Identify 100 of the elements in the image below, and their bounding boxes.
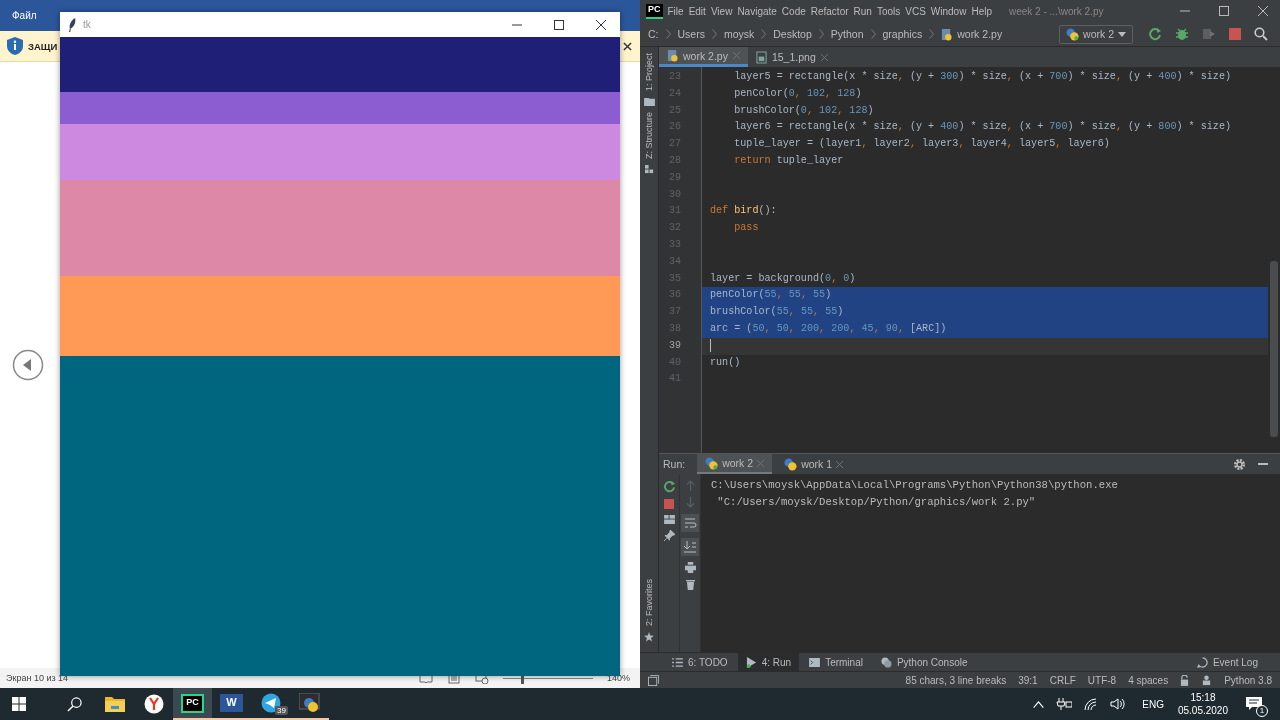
- python-icon: [784, 457, 798, 471]
- menu-item[interactable]: View: [710, 5, 733, 17]
- chevron-icon: [929, 29, 935, 39]
- app-logo: PC: [646, 3, 663, 19]
- tool-window-button[interactable]: 4: Run: [737, 653, 800, 671]
- code-line: return tuple_layer: [733, 154, 845, 168]
- breadcrumb-item[interactable]: work 2.py: [957, 28, 1003, 40]
- wifi-icon[interactable]: [1084, 698, 1099, 710]
- menu-item[interactable]: Code: [781, 5, 806, 17]
- breadcrumb-item[interactable]: Users: [677, 28, 705, 40]
- taskbar-app-button[interactable]: 39: [251, 688, 290, 720]
- chevron-icon: [818, 29, 824, 39]
- status-item[interactable]: CRLF: [1049, 674, 1076, 686]
- taskbar-app-button[interactable]: PC: [173, 688, 212, 720]
- file-menu[interactable]: Файл: [12, 10, 37, 21]
- breadcrumb-item[interactable]: C:: [648, 28, 659, 40]
- status-item[interactable]: 4 spaces: [1128, 674, 1169, 686]
- code-line: brushColor(0, 102, 128): [733, 103, 875, 118]
- code-line: tuple_layer = (layer1, layer2, layer3, layer4, layer5, layer6): [733, 137, 1111, 152]
- menu-item[interactable]: Edit: [688, 5, 706, 17]
- breadcrumb-item[interactable]: graphics: [882, 28, 923, 40]
- search-icon[interactable]: [1254, 27, 1268, 41]
- rerun-icon[interactable]: [1148, 27, 1162, 41]
- status-item[interactable]: Python 3.8: [1224, 674, 1272, 686]
- code-line: pass: [733, 221, 760, 236]
- feather-icon: [68, 17, 77, 32]
- menu-item[interactable]: Refactor: [810, 5, 849, 17]
- close-icon[interactable]: [596, 19, 606, 30]
- menu-item[interactable]: VCS: [905, 5, 926, 17]
- chevron-icon: [761, 29, 767, 39]
- editor-tab[interactable]: work 2.py: [659, 47, 748, 67]
- search-icon[interactable]: [67, 696, 82, 712]
- chevron-icon: [711, 29, 717, 39]
- play-icon: [745, 656, 757, 668]
- menu-item[interactable]: Tools: [876, 5, 901, 17]
- event-log-button[interactable]: Event Log: [1188, 653, 1266, 671]
- window-title: tk: [83, 19, 91, 30]
- console-output-line: C:\Users\moysk\AppData\Local\Programs\Python\Python38\python.exe: [711, 478, 1118, 493]
- terminal-icon: [809, 657, 821, 667]
- code-line: run(): [709, 355, 742, 370]
- run-tab[interactable]: work 2: [697, 454, 773, 474]
- run-tab[interactable]: work 1: [776, 454, 852, 474]
- tool-window-tab[interactable]: Z: Structure: [644, 112, 654, 160]
- breadcrumb-item[interactable]: Desktop: [773, 28, 812, 40]
- tool-window-button[interactable]: Terminal: [801, 653, 871, 671]
- menu-item[interactable]: Navigate: [737, 5, 777, 17]
- app-logo: W: [220, 694, 243, 712]
- status-item[interactable]: 39:1: [1018, 674, 1038, 686]
- tool-window-tab[interactable]: 2: Favorites: [644, 578, 654, 626]
- folder-icon: [643, 97, 655, 107]
- notification-button[interactable]: 1: [1242, 692, 1266, 716]
- menu-item[interactable]: Help: [971, 5, 992, 17]
- menu-item[interactable]: Window: [930, 5, 967, 17]
- clock-time[interactable]: 15:18: [1190, 691, 1216, 704]
- windows-start-icon[interactable]: [12, 697, 26, 711]
- maximize-icon[interactable]: [1219, 6, 1229, 16]
- close-icon[interactable]: [1258, 6, 1268, 16]
- close-icon[interactable]: [623, 41, 632, 51]
- bug-icon[interactable]: [1175, 27, 1189, 41]
- line-number: 39: [669, 339, 681, 351]
- status-item[interactable]: 85 chars, 3 line breaks: [905, 674, 1007, 686]
- run-configuration-dropdown[interactable]: work 2: [1059, 24, 1133, 44]
- status-item[interactable]: UTF-8: [1087, 674, 1117, 686]
- pin-icon[interactable]: [663, 530, 675, 541]
- panel-toggle-icon[interactable]: [648, 674, 659, 686]
- breadcrumb-item[interactable]: Python: [830, 28, 864, 40]
- code-line: layer5 = rectangle(x * size, (y + 300) * size, (x + 700) * size, (y + 400) * size): [733, 70, 1232, 84]
- maximize-icon[interactable]: [554, 19, 564, 30]
- layout-icon[interactable]: [663, 515, 675, 524]
- clock-date[interactable]: 05.05.2020: [1177, 704, 1228, 717]
- speech-bubble-icon: [1196, 656, 1208, 668]
- message-icon: [1246, 697, 1262, 711]
- taskbar-app-button[interactable]: W: [212, 688, 251, 720]
- scrollbar-thumb[interactable]: [1270, 261, 1278, 437]
- chevron-icon: [665, 29, 671, 39]
- power-icon[interactable]: [1056, 698, 1073, 710]
- rerun-icon[interactable]: [662, 480, 676, 493]
- language-indicator[interactable]: ENG: [1142, 698, 1164, 710]
- settings-icon[interactable]: [1233, 457, 1246, 471]
- browser-icon: [143, 694, 164, 714]
- breadcrumb-item[interactable]: moysk: [723, 28, 755, 40]
- notification-count: 1: [1256, 705, 1268, 717]
- menu-item[interactable]: File: [667, 5, 684, 17]
- tool-window-tab[interactable]: 1: Project: [644, 53, 654, 92]
- menu-item[interactable]: Run: [853, 5, 872, 17]
- python-icon: [1066, 27, 1080, 41]
- code-line: def bird():: [709, 204, 778, 219]
- volume-icon[interactable]: [1110, 698, 1127, 710]
- star-icon: [644, 632, 654, 642]
- caret-icon: [1118, 31, 1126, 37]
- tool-window-button[interactable]: Python Console: [872, 653, 976, 671]
- python-file-icon: [941, 27, 953, 41]
- print-icon[interactable]: [684, 562, 696, 573]
- previous-page-button[interactable]: [12, 349, 44, 381]
- lock-icon[interactable]: [1180, 674, 1190, 686]
- editor-tab[interactable]: 15_1.png: [747, 47, 836, 67]
- tool-window-button[interactable]: 6: TODO: [664, 653, 736, 671]
- chevron-up-icon[interactable]: [1033, 700, 1045, 708]
- trash-icon[interactable]: [685, 579, 695, 590]
- code-line: layer = background(0, 0): [709, 271, 857, 286]
